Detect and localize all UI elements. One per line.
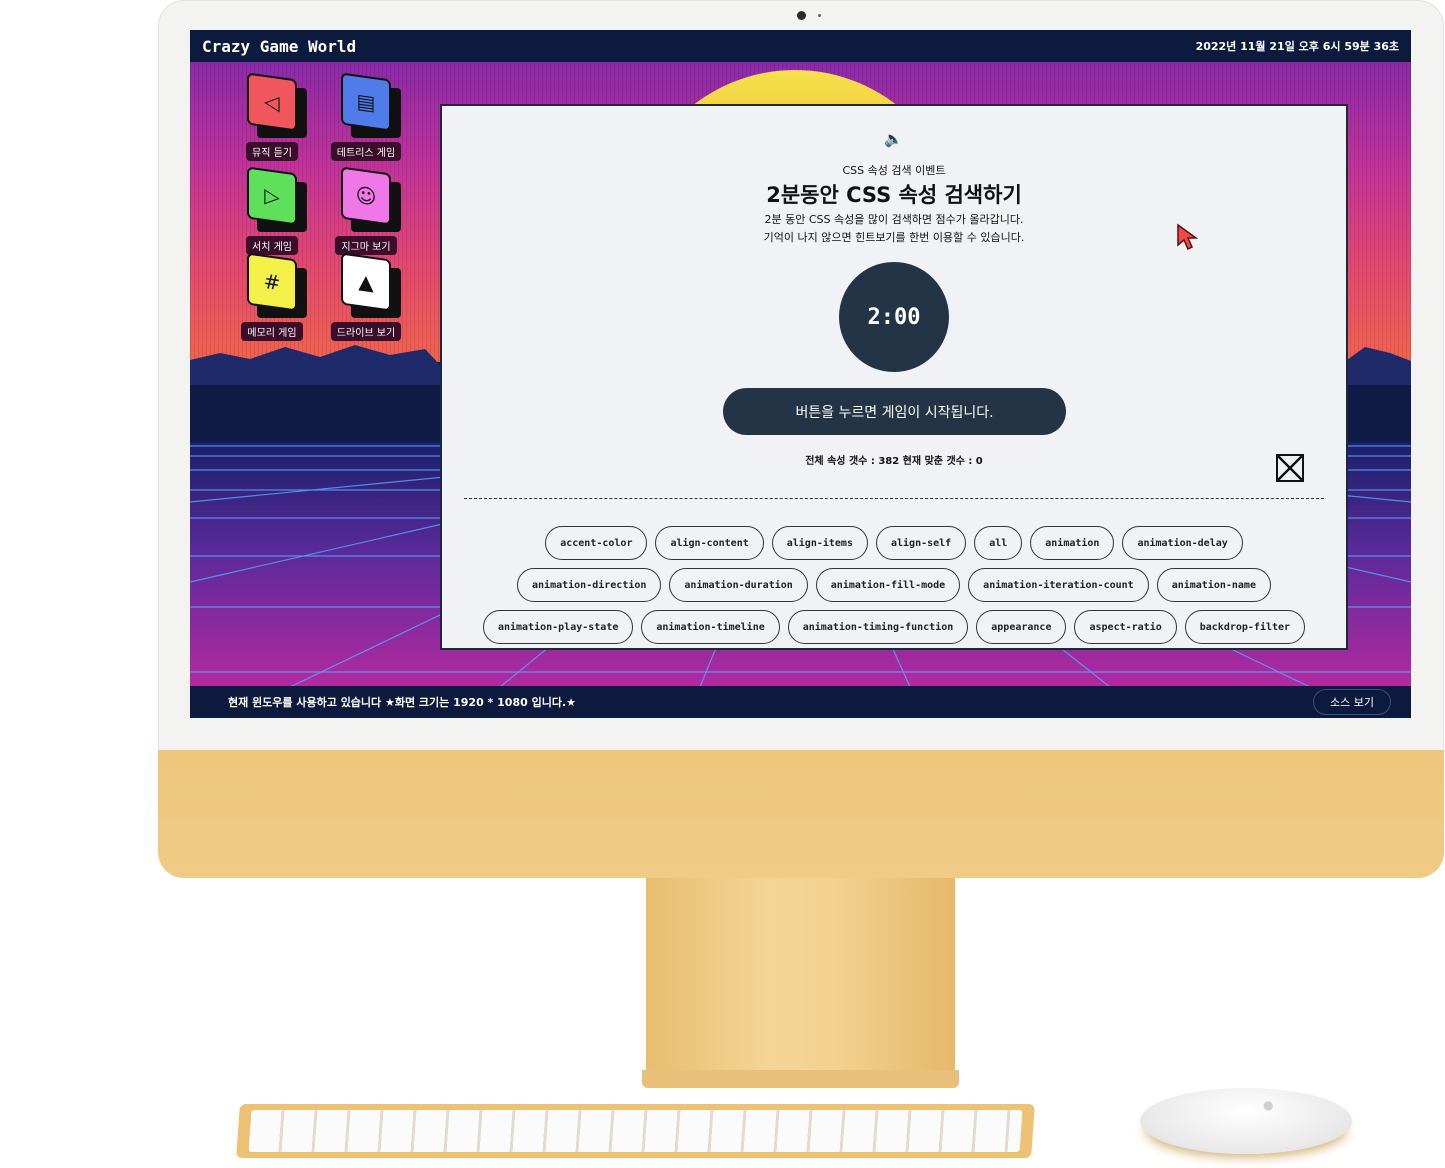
desktop-icon-label: 메모리 게임 (241, 322, 303, 341)
start-game-button[interactable]: 버튼을 누르면 게임이 시작됩니다. (723, 388, 1066, 435)
mouse (1140, 1088, 1352, 1154)
screen: Crazy Game World 2022년 11월 21일 오후 6시 59분… (190, 30, 1411, 718)
camera (797, 11, 806, 20)
desktop-icon-label: 지그마 보기 (335, 236, 397, 255)
window-description: 2분 동안 CSS 속성을 많이 검색하면 점수가 올라갑니다. 기억이 나지 … (442, 211, 1346, 247)
top-bar: Crazy Game World 2022년 11월 21일 오후 6시 59분… (190, 30, 1411, 62)
bottom-bar: 현재 윈도우를 사용하고 있습니다 ★화면 크기는 1920 * 1080 입니… (190, 686, 1411, 718)
property-chip[interactable]: animation-timing-function (787, 610, 969, 644)
app-title: Crazy Game World (202, 36, 357, 56)
mute-icon[interactable]: 🔈 (884, 130, 903, 148)
keyboard-keys (248, 1110, 1023, 1152)
keyboard (236, 1104, 1035, 1158)
property-list: accent-color align-content align-items alig… (472, 526, 1316, 648)
desktop-icon-label: 서치 게임 (246, 236, 298, 255)
close-icon[interactable] (1276, 454, 1304, 482)
hash-icon: # (247, 252, 297, 312)
property-chip[interactable]: animation-direction (517, 568, 662, 602)
clock: 2022년 11월 21일 오후 6시 59분 36초 (1195, 40, 1399, 53)
monitor-chin (158, 750, 1444, 878)
users-icon: ☺ (341, 166, 391, 226)
property-chip[interactable]: all (974, 526, 1023, 560)
camera-indicator (818, 14, 821, 17)
status-text: 현재 윈도우를 사용하고 있습니다 ★화면 크기는 1920 * 1080 입니… (228, 696, 576, 709)
monitor-stand (646, 878, 955, 1086)
property-chip[interactable]: align-content (655, 526, 764, 560)
score-counts: 전체 속성 갯수 : 382 현재 맞춘 갯수 : 0 (805, 456, 983, 467)
property-chip[interactable]: animation-name (1156, 568, 1271, 602)
document-icon: ▤ (341, 72, 391, 132)
property-chip[interactable]: animation-delay (1122, 526, 1243, 560)
property-chip[interactable]: animation (1030, 526, 1115, 560)
property-chip[interactable]: accent-color (545, 526, 648, 560)
property-chip[interactable]: animation-iteration-count (968, 568, 1149, 602)
window-subtitle: CSS 속성 검색 이벤트 (842, 164, 946, 177)
monitor-stand-foot (642, 1070, 959, 1088)
apple-logo-icon: ● (1263, 1098, 1274, 1112)
property-chip[interactable]: appearance (976, 610, 1067, 644)
divider (464, 498, 1324, 499)
property-chip[interactable]: backdrop-filter (1184, 610, 1306, 644)
desktop-icon-drive[interactable]: ▲ 드라이브 보기 (330, 252, 402, 341)
countdown-timer: 2:00 (839, 262, 949, 372)
desktop-icon-memory-game[interactable]: # 메모리 게임 (236, 252, 308, 341)
graduation-cap-icon: ▲ (341, 252, 391, 312)
property-chip[interactable]: animation-timeline (641, 610, 780, 644)
description-line: 기억이 나지 않으면 힌트보기를 한번 이용할 수 있습니다. (763, 231, 1025, 244)
desktop-icon-label: 뮤직 듣기 (246, 142, 298, 161)
view-source-button[interactable]: 소스 보기 (1313, 689, 1391, 715)
property-chip[interactable]: align-items (771, 526, 868, 560)
desktop-icon-search-game[interactable]: ▷ 서치 게임 (236, 166, 308, 255)
music-icon: ◁ (247, 72, 297, 132)
window-title: 2분동안 CSS 속성 검색하기 (766, 183, 1022, 207)
desktop-icon-users[interactable]: ☺ 지그마 보기 (330, 166, 402, 255)
desktop-icon-tetris[interactable]: ▤ 테트리스 게임 (330, 72, 402, 161)
desktop-icon-music[interactable]: ◁ 뮤직 듣기 (236, 72, 308, 161)
property-chip[interactable]: animation-play-state (482, 610, 634, 644)
play-icon: ▷ (247, 166, 297, 226)
property-chip[interactable]: animation-duration (669, 568, 808, 602)
property-chip[interactable]: animation-fill-mode (815, 568, 961, 602)
description-line: 2분 동안 CSS 속성을 많이 검색하면 점수가 올라갑니다. (764, 213, 1024, 226)
property-chip[interactable]: align-self (875, 526, 967, 560)
search-game-window: 🔈 CSS 속성 검색 이벤트 2분동안 CSS 속성 검색하기 2분 동안 C… (440, 104, 1348, 650)
desktop-icon-label: 드라이브 보기 (330, 322, 402, 341)
desktop-icon-label: 테트리스 게임 (330, 142, 402, 161)
property-chip[interactable]: aspect-ratio (1074, 610, 1177, 644)
cursor-icon (1177, 223, 1199, 251)
